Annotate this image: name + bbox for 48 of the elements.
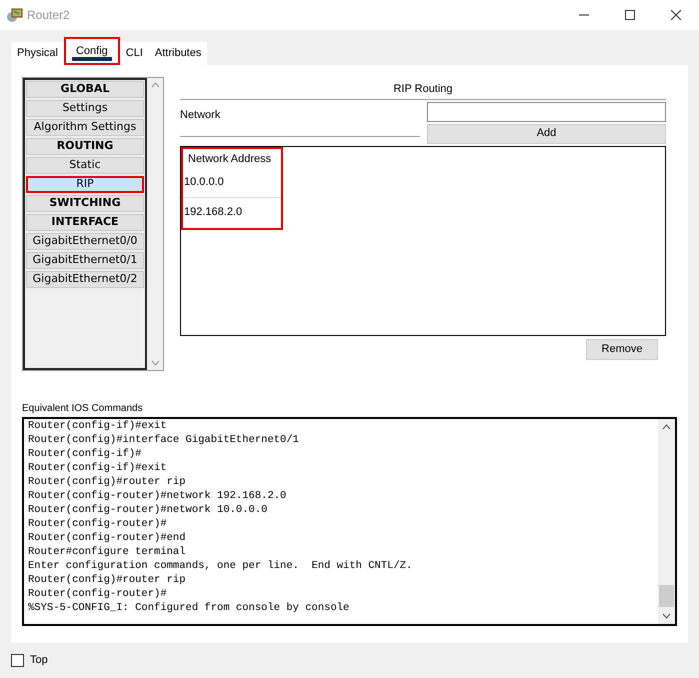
table-cell[interactable]: 10.0.0.0 [181,168,281,198]
sidebar-item[interactable]: Settings [26,100,144,117]
tab[interactable]: CLI [120,42,149,65]
console-line: Router(config-router)#end [28,530,187,544]
scroll-down-icon[interactable] [662,612,671,618]
section-title: RIP Routing [393,82,453,97]
console-line: Router#configure terminal [28,544,187,558]
table-cell[interactable]: 192.168.2.0 [181,198,281,226]
scrollbar[interactable] [658,418,675,624]
sidebar-header: SWITCHING [26,195,144,212]
tab[interactable]: Physical [11,42,64,65]
console-line: Router(config)#router rip [28,474,187,488]
console-line: Router(config-if)#exit [28,418,168,432]
console-line: Router(config-if)#exit [28,460,168,474]
console-line: Router(config-router)#network 192.168.2.0 [28,488,288,502]
sidebar-item[interactable]: Static [26,157,144,174]
sidebar-header: INTERFACE [26,214,144,231]
remove-button[interactable]: Remove [586,338,658,360]
sidebar-item[interactable]: GigabitEthernet0/0 [26,233,144,250]
sidebar-item[interactable]: GigabitEthernet0/2 [26,271,144,288]
top-checkbox[interactable] [11,654,24,667]
scrollbar-thumb[interactable] [659,584,674,606]
network-label: Network [180,108,222,122]
sidebar-item[interactable]: RIP [26,176,144,193]
console-label: Equivalent IOS Commands [22,403,143,414]
console-line: Router(config)#interface GigabitEthernet0/1 [28,432,300,446]
tab[interactable]: Config [64,37,120,65]
network-input-field[interactable] [427,102,666,122]
console-line: Enter configuration commands, one per line. End with CNTL/Z. [28,558,414,572]
window-title: Router2 [27,7,70,24]
checkbox-label: Top [30,653,48,668]
console-line: Router(config-if)# [28,446,142,460]
column-header: Network Address [187,152,272,166]
close-icon[interactable] [671,10,681,20]
sidebar-item[interactable]: GigabitEthernet0/1 [26,252,144,269]
sidebar-header: GLOBAL [26,81,144,98]
sidebar-item[interactable]: Algorithm Settings [26,119,144,136]
console-line: Router(config-router)# [28,586,168,600]
console-line: %SYS-5-CONFIG_I: Configured from console by console [28,600,350,614]
router-app-icon [6,7,24,23]
console-line: Router(config-router)#network 10.0.0.0 [28,502,268,516]
add-button[interactable]: Add [427,124,666,144]
console-line: Router(config-router)# [28,516,168,530]
console-line: Router(config)#router rip [28,572,187,586]
tab[interactable]: Attributes [148,42,208,65]
maximize-icon[interactable] [625,10,635,20]
sidebar-header: ROUTING [26,138,144,155]
scroll-up-icon[interactable] [662,424,671,430]
